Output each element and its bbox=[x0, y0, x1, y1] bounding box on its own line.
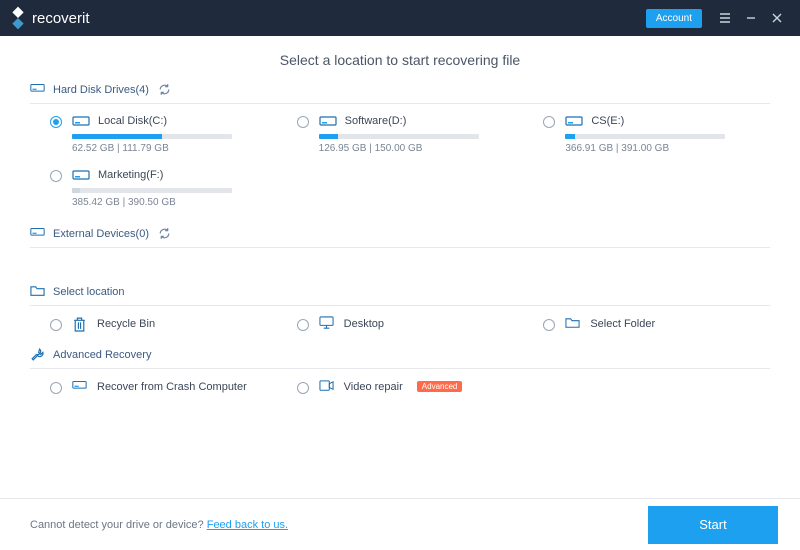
location-item-select-folder[interactable]: Select Folder bbox=[543, 316, 770, 331]
feedback-link[interactable]: Feed back to us. bbox=[207, 519, 288, 531]
radio-button[interactable] bbox=[50, 382, 62, 394]
advanced-badge: Advanced bbox=[417, 381, 463, 392]
radio-button[interactable] bbox=[543, 319, 555, 331]
radio-button[interactable] bbox=[50, 170, 62, 182]
usage-bar bbox=[565, 134, 725, 139]
location-name: Desktop bbox=[344, 318, 384, 330]
radio-button[interactable] bbox=[297, 319, 309, 331]
section-header-drives: Hard Disk Drives(4) bbox=[30, 82, 770, 97]
divider bbox=[30, 305, 770, 306]
drive-icon bbox=[30, 226, 45, 241]
usage-bar bbox=[72, 134, 232, 139]
drive-item[interactable]: Marketing(F:) 385.42 GB | 390.50 GB bbox=[50, 168, 277, 208]
footer-prefix: Cannot detect your drive or device? bbox=[30, 519, 207, 531]
wrench-icon bbox=[30, 347, 45, 362]
refresh-icon[interactable] bbox=[157, 226, 172, 241]
disk-icon bbox=[319, 114, 337, 128]
drive-size: 385.42 GB | 390.50 GB bbox=[72, 197, 277, 208]
drives-grid: Local Disk(C:) 62.52 GB | 111.79 GB Soft… bbox=[30, 114, 770, 208]
section-header-select-location: Select location bbox=[30, 284, 770, 299]
drive-name: Local Disk(C:) bbox=[98, 115, 167, 127]
section-label: External Devices(0) bbox=[53, 228, 149, 240]
advanced-item-crash[interactable]: Recover from Crash Computer bbox=[50, 379, 277, 394]
advanced-grid: Recover from Crash Computer Video repair… bbox=[30, 379, 770, 394]
close-button[interactable] bbox=[764, 5, 790, 31]
video-repair-icon bbox=[319, 379, 334, 394]
radio-button[interactable] bbox=[297, 382, 309, 394]
desktop-icon bbox=[319, 316, 334, 331]
location-item-desktop[interactable]: Desktop bbox=[297, 316, 524, 331]
location-name: Select Folder bbox=[590, 318, 655, 330]
app-logo: recoverit bbox=[10, 10, 90, 27]
disk-icon bbox=[72, 379, 87, 394]
section-header-external: External Devices(0) bbox=[30, 226, 770, 241]
advanced-name: Recover from Crash Computer bbox=[97, 381, 247, 393]
drive-icon bbox=[30, 82, 45, 97]
drive-size: 366.91 GB | 391.00 GB bbox=[565, 143, 770, 154]
advanced-item-video-repair[interactable]: Video repair Advanced bbox=[297, 379, 524, 394]
logo-icon bbox=[7, 7, 30, 30]
disk-icon bbox=[72, 114, 90, 128]
refresh-icon[interactable] bbox=[157, 82, 172, 97]
drive-name: Software(D:) bbox=[345, 115, 407, 127]
title-bar: recoverit Account bbox=[0, 0, 800, 36]
drive-item[interactable]: CS(E:) 366.91 GB | 391.00 GB bbox=[543, 114, 770, 154]
footer-text: Cannot detect your drive or device? Feed… bbox=[30, 519, 288, 531]
divider bbox=[30, 368, 770, 369]
folder-icon bbox=[30, 284, 45, 299]
section-label: Hard Disk Drives(4) bbox=[53, 84, 149, 96]
footer: Cannot detect your drive or device? Feed… bbox=[0, 498, 800, 550]
drive-name: CS(E:) bbox=[591, 115, 624, 127]
drive-size: 126.95 GB | 150.00 GB bbox=[319, 143, 524, 154]
start-button[interactable]: Start bbox=[648, 506, 778, 544]
drive-item[interactable]: Software(D:) 126.95 GB | 150.00 GB bbox=[297, 114, 524, 154]
radio-button[interactable] bbox=[297, 116, 309, 128]
folder-open-icon bbox=[565, 316, 580, 331]
disk-icon bbox=[565, 114, 583, 128]
page-title: Select a location to start recovering fi… bbox=[30, 52, 770, 68]
usage-bar bbox=[72, 188, 232, 193]
divider bbox=[30, 103, 770, 104]
section-label: Select location bbox=[53, 286, 125, 298]
menu-button[interactable] bbox=[712, 5, 738, 31]
advanced-name: Video repair bbox=[344, 381, 403, 393]
drive-item[interactable]: Local Disk(C:) 62.52 GB | 111.79 GB bbox=[50, 114, 277, 154]
section-header-advanced: Advanced Recovery bbox=[30, 347, 770, 362]
recycle-bin-icon bbox=[72, 316, 87, 331]
radio-button[interactable] bbox=[50, 319, 62, 331]
location-item-recycle-bin[interactable]: Recycle Bin bbox=[50, 316, 277, 331]
location-name: Recycle Bin bbox=[97, 318, 155, 330]
locations-grid: Recycle Bin Desktop Select Folder bbox=[30, 316, 770, 331]
disk-icon bbox=[72, 168, 90, 182]
divider bbox=[30, 247, 770, 248]
app-window: recoverit Account Select a location to s… bbox=[0, 0, 800, 550]
drive-size: 62.52 GB | 111.79 GB bbox=[72, 143, 277, 154]
drive-name: Marketing(F:) bbox=[98, 169, 163, 181]
usage-bar bbox=[319, 134, 479, 139]
section-label: Advanced Recovery bbox=[53, 349, 151, 361]
radio-button[interactable] bbox=[543, 116, 555, 128]
radio-button[interactable] bbox=[50, 116, 62, 128]
minimize-button[interactable] bbox=[738, 5, 764, 31]
account-button[interactable]: Account bbox=[646, 9, 702, 28]
brand-name: recoverit bbox=[32, 10, 90, 27]
content-area: Select a location to start recovering fi… bbox=[0, 36, 800, 498]
